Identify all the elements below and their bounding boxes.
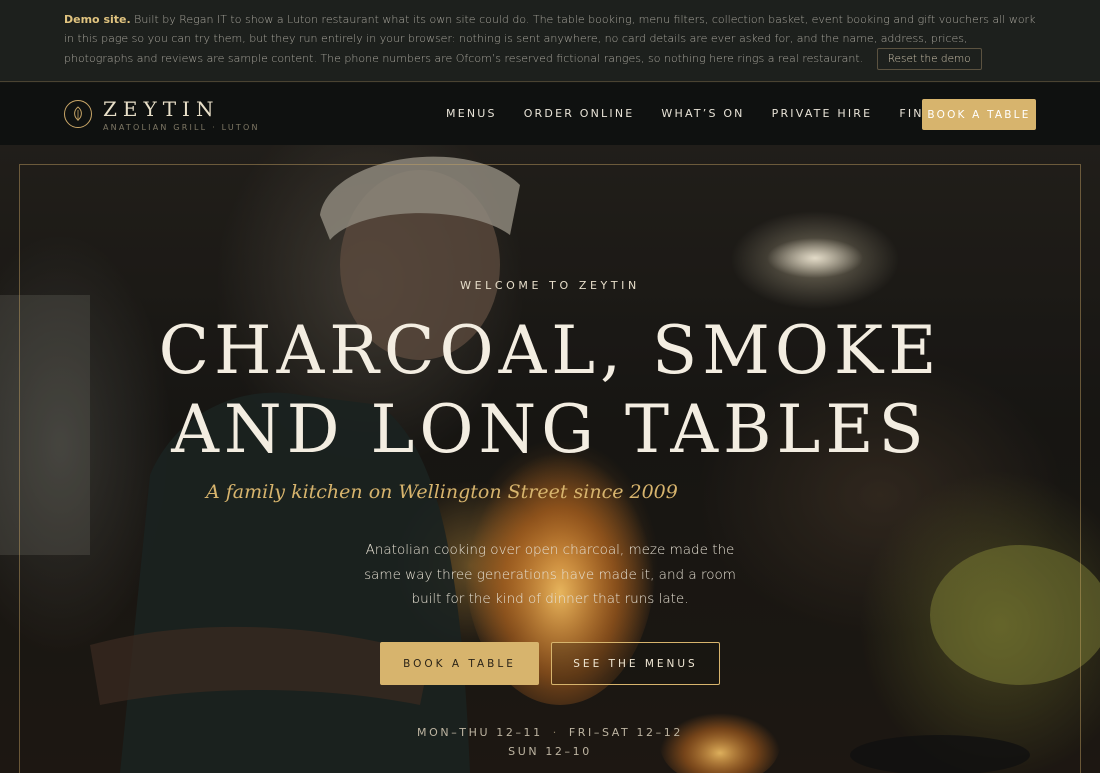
demo-banner: Demo site. Built by Regan IT to show a L…	[0, 0, 1100, 82]
demo-banner-label: Demo site.	[64, 13, 131, 26]
nav-item-menus[interactable]: MENUS	[446, 107, 497, 120]
hours-weekend: FRI–SAT 12–12	[568, 726, 683, 739]
nav-book-table-button[interactable]: BOOK A TABLE	[922, 99, 1036, 130]
hero-content: WELCOME TO ZEYTIN CHARCOAL, SMOKE AND LO…	[0, 145, 1100, 773]
hero-section: WELCOME TO ZEYTIN CHARCOAL, SMOKE AND LO…	[0, 145, 1100, 773]
brand-tagline: ANATOLIAN GRILL · LUTON	[103, 123, 260, 132]
hero-title-line-1: CHARCOAL, SMOKE	[158, 312, 942, 389]
opening-hours: MON–THU 12–11 · FRI–SAT 12–12 SUN 12–10	[0, 723, 1100, 761]
brand-logo[interactable]: ZEYTIN ANATOLIAN GRILL · LUTON	[64, 99, 260, 132]
main-navigation: ZEYTIN ANATOLIAN GRILL · LUTON MENUS ORD…	[0, 83, 1100, 145]
brand-name: ZEYTIN	[103, 97, 220, 121]
reset-demo-button[interactable]: Reset the demo	[876, 48, 982, 70]
nav-item-private-hire[interactable]: PRIVATE HIRE	[772, 107, 873, 120]
nav-links: MENUS ORDER ONLINE WHAT’S ON PRIVATE HIR…	[446, 107, 987, 120]
hero-title: CHARCOAL, SMOKE AND LONG TABLES	[0, 311, 1100, 469]
hero-eyebrow: WELCOME TO ZEYTIN	[460, 279, 640, 292]
book-table-button[interactable]: BOOK A TABLE	[380, 642, 539, 685]
hero-subtitle: A family kitchen on Wellington Street si…	[206, 481, 678, 503]
nav-item-whats-on[interactable]: WHAT’S ON	[661, 107, 744, 120]
hours-sunday: SUN 12–10	[508, 745, 592, 758]
olive-leaf-icon	[64, 100, 92, 128]
hero-title-line-2: AND LONG TABLES	[171, 391, 929, 468]
see-menus-button[interactable]: SEE THE MENUS	[551, 642, 720, 685]
hours-weekday: MON–THU 12–11	[417, 726, 543, 739]
hero-description: Anatolian cooking over open charcoal, me…	[364, 542, 736, 607]
separator-dot: ·	[552, 726, 559, 739]
nav-item-order-online[interactable]: ORDER ONLINE	[524, 107, 635, 120]
